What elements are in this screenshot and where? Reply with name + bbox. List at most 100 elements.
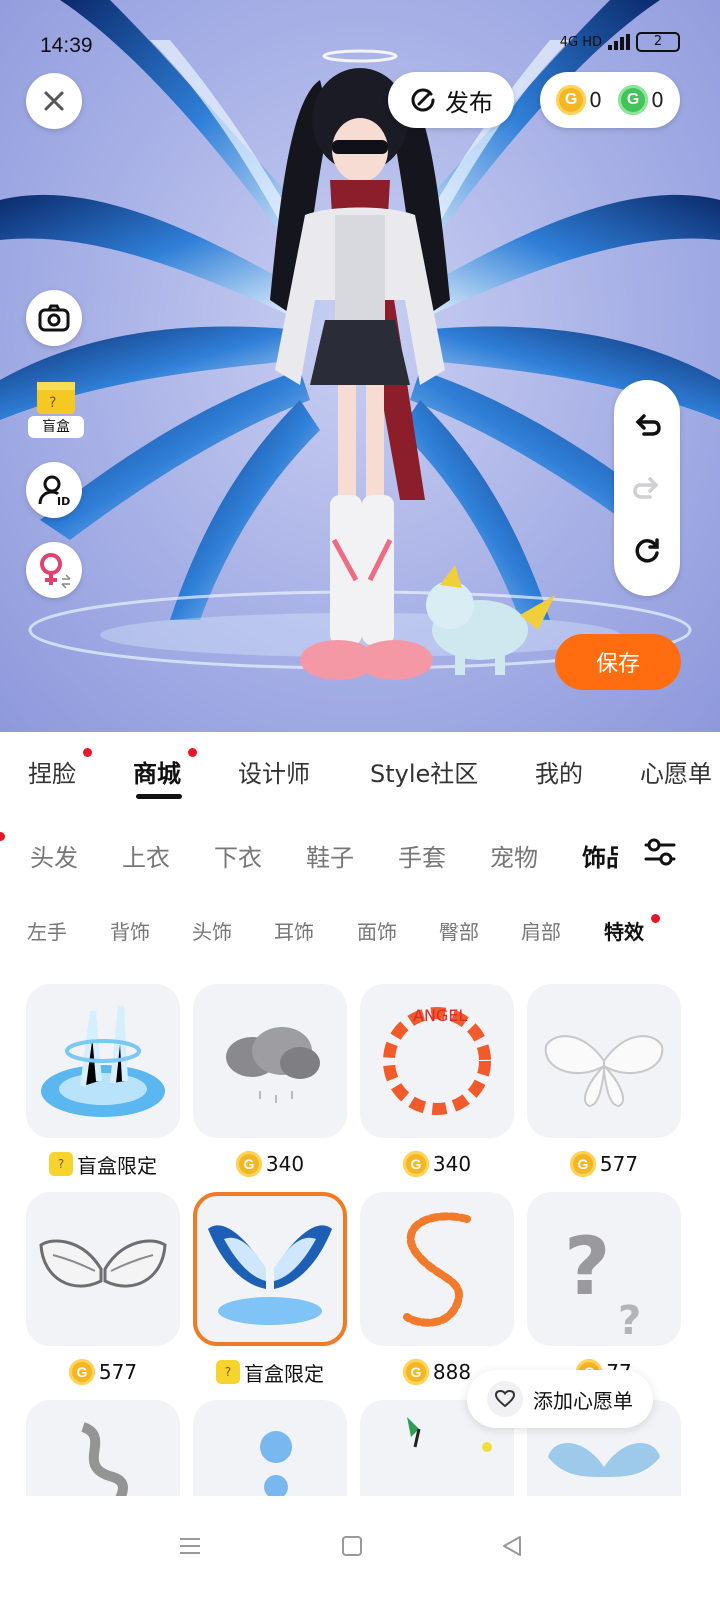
gender-switch-button[interactable]	[26, 542, 82, 598]
gold-coin-count: 0	[589, 88, 602, 112]
publish-label: 发布	[445, 88, 493, 117]
item-card[interactable]: G 888	[360, 1192, 514, 1388]
gold-coin-icon: G	[235, 1151, 262, 1177]
subcategory-shoulder[interactable]: 肩部	[521, 916, 561, 945]
redo-icon[interactable]	[632, 473, 662, 503]
subcategory-ear[interactable]: 耳饰	[274, 916, 314, 945]
avatar-id-button[interactable]: ID	[26, 462, 82, 518]
undo-icon[interactable]	[632, 410, 662, 440]
blindbox-label: 盲盒	[28, 416, 84, 438]
category-accessories[interactable]: 饰品	[582, 838, 618, 873]
notification-dot	[0, 832, 5, 841]
wishlist-label: 添加心愿单	[533, 1388, 633, 1413]
item-price-text: 577	[98, 1360, 138, 1384]
category-pets[interactable]: 宠物	[490, 838, 538, 873]
filter-button[interactable]	[640, 832, 688, 880]
network-indicator: 4G HD	[559, 34, 602, 50]
subcategory-back[interactable]: 背饰	[110, 916, 150, 945]
avatar-preview[interactable]: 14:39 4G HD 2 发布 G 0 G 0 ? 盲盒 ID 保存	[0, 0, 720, 732]
item-thumbnail	[26, 1192, 180, 1346]
item-thumbnail	[26, 984, 180, 1138]
camera-icon	[38, 304, 70, 332]
camera-button[interactable]	[26, 290, 82, 346]
recent-apps-button[interactable]	[170, 1526, 210, 1566]
subcategory-effects[interactable]: 特效	[604, 916, 644, 945]
item-price: G 340	[193, 1148, 347, 1180]
gold-coin-icon: G	[402, 1151, 429, 1177]
home-square-icon	[342, 1536, 362, 1556]
gold-coin-icon: G	[556, 85, 587, 115]
tab-designer[interactable]: 设计师	[238, 754, 310, 789]
active-tab-indicator	[136, 794, 182, 799]
gold-coin-icon: G	[402, 1359, 429, 1385]
tab-wishlist[interactable]: 心愿单	[640, 754, 712, 789]
svg-text:ID: ID	[57, 495, 70, 507]
reset-icon[interactable]	[632, 536, 662, 566]
publish-button[interactable]: 发布	[388, 72, 514, 128]
item-card[interactable]: G 577	[527, 984, 681, 1180]
gold-coin-icon: G	[68, 1359, 95, 1385]
category-bottom[interactable]: 下衣	[214, 838, 262, 873]
category-top[interactable]: 上衣	[122, 838, 170, 873]
item-thumbnail	[193, 1192, 347, 1346]
svg-text:?: ?	[564, 1220, 610, 1313]
item-thumbnail	[527, 984, 681, 1138]
user-id-icon: ID	[38, 475, 70, 507]
item-card[interactable]: G 577	[26, 1192, 180, 1388]
category-shoes[interactable]: 鞋子	[306, 838, 354, 873]
add-to-wishlist-button[interactable]: 添加心愿单	[467, 1370, 653, 1428]
tab-mine[interactable]: 我的	[535, 754, 583, 789]
item-thumbnail	[193, 984, 347, 1138]
status-time: 14:39	[40, 34, 93, 57]
subcategory-hip[interactable]: 臀部	[439, 916, 479, 945]
item-card[interactable]: G 340	[193, 984, 347, 1180]
history-controls	[614, 380, 680, 596]
home-button[interactable]	[332, 1526, 372, 1566]
item-card[interactable]: ?? G 77	[527, 1192, 681, 1388]
category-bar: 头发 上衣 下衣 鞋子 手套 宠物 饰品	[0, 820, 720, 890]
subcategory-head[interactable]: 头饰	[192, 916, 232, 945]
close-button[interactable]	[26, 73, 82, 129]
system-navigation-bar	[0, 1496, 720, 1600]
green-coin-balance: G 0	[618, 85, 664, 115]
svg-text:?: ?	[49, 395, 56, 411]
item-thumbnail: ANGEL	[360, 984, 514, 1138]
item-price-text: 340	[265, 1152, 305, 1176]
unknown-item-icon: ??	[564, 1220, 641, 1339]
item-thumbnail	[360, 1192, 514, 1346]
menu-icon	[180, 1538, 200, 1554]
subcategory-bar: 左手 背饰 头饰 耳饰 面饰 臀部 肩部 特效	[0, 904, 720, 960]
item-price: G 340	[360, 1148, 514, 1180]
notification-dot	[651, 914, 660, 923]
item-card[interactable]: ? 盲盒限定	[26, 984, 180, 1180]
tab-face[interactable]: 捏脸	[28, 754, 76, 789]
gold-coin-icon: G	[569, 1151, 596, 1177]
back-button[interactable]	[492, 1526, 532, 1566]
tab-shop[interactable]: 商城	[133, 754, 181, 789]
close-icon	[44, 91, 64, 111]
filter-sliders-icon	[644, 838, 676, 866]
gold-coin-balance: G 0	[556, 85, 602, 115]
item-grid: ? 盲盒限定 G 340 ANGEL G 340 G 577 G 577 ? 盲…	[0, 984, 720, 1524]
item-card[interactable]: ANGEL G 340	[360, 984, 514, 1180]
green-coin-count: 0	[651, 88, 664, 112]
item-thumbnail: ??	[527, 1192, 681, 1346]
category-hair[interactable]: 头发	[30, 838, 78, 873]
svg-text:?: ?	[618, 1298, 641, 1339]
subcategory-face[interactable]: 面饰	[357, 916, 397, 945]
subcategory-left-hand[interactable]: 左手	[27, 916, 67, 945]
tab-style-community[interactable]: Style社区	[370, 754, 478, 789]
category-gloves[interactable]: 手套	[398, 838, 446, 873]
female-gender-icon	[40, 553, 71, 589]
item-card-selected[interactable]: ? 盲盒限定	[193, 1192, 347, 1388]
heart-icon	[487, 1381, 523, 1417]
blindbox-button[interactable]: ? 盲盒	[28, 374, 84, 438]
item-price: ? 盲盒限定	[26, 1148, 180, 1180]
item-price-text: 盲盒限定	[244, 1361, 324, 1386]
save-button[interactable]: 保存	[555, 634, 681, 690]
blindbox-icon: ?	[49, 1152, 73, 1176]
status-icons: 4G HD 2	[560, 32, 680, 52]
currency-balance[interactable]: G 0 G 0	[540, 72, 680, 128]
main-tab-bar: 捏脸 商城 设计师 Style社区 我的 心愿单	[0, 732, 720, 814]
item-price: G 577	[527, 1148, 681, 1180]
